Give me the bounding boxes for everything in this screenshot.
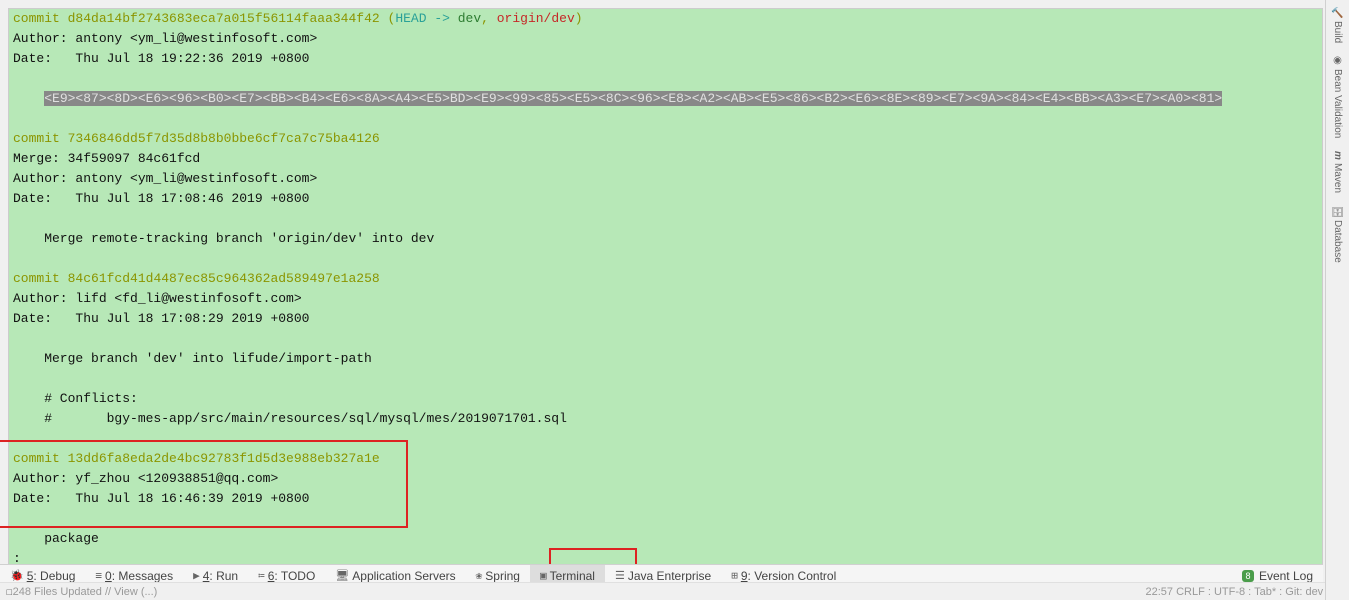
commit-line: commit 7346846dd5f7d35d8b8b0bbe6cf7ca7c7… [13,129,1322,149]
terminal-icon: ▣ [540,569,547,582]
maven-icon: m [1332,151,1343,160]
terminal-output[interactable]: commit d84da14bf2743683eca7a015f56114faa… [8,8,1323,568]
tab-build[interactable]: 🔨Build [1330,0,1345,49]
event-log-icon: 8 [1242,570,1254,582]
author-line: Author: yf_zhou <120938851@qq.com> [13,469,1322,489]
build-icon: 🔨 [1332,6,1343,18]
commit-message: # Conflicts: [13,389,1322,409]
merge-line: Merge: 34f59097 84c61fcd [13,149,1322,169]
database-icon: 🗄 [1332,205,1343,218]
vcs-icon: ⊞ [731,569,738,582]
tab-maven[interactable]: mMaven [1330,145,1345,199]
right-sidebar: 🔨Build ◉Bean Validation mMaven 🗄Database [1325,0,1349,600]
commit-line: commit 84c61fcd41d4487ec85c964362ad58949… [13,269,1322,289]
commit-message: Merge branch 'dev' into lifude/import-pa… [13,349,1322,369]
commit-message: package [13,529,1322,549]
commit-line: commit d84da14bf2743683eca7a015f56114faa… [13,9,1322,29]
play-icon: ▶ [193,569,200,582]
server-icon: 🖥 [335,569,349,582]
javaee-icon: ☰ [615,569,625,582]
author-line: Author: antony <ym_li@westinfosoft.com> [13,29,1322,49]
date-line: Date: Thu Jul 18 16:46:39 2019 +0800 [13,489,1322,509]
window-icon[interactable]: ☐ [6,585,13,598]
date-line: Date: Thu Jul 18 17:08:29 2019 +0800 [13,309,1322,329]
commit-line: commit 13dd6fa8eda2de4bc92783f1d5d3e988e… [13,449,1322,469]
tab-bean-validation[interactable]: ◉Bean Validation [1330,49,1345,144]
status-right[interactable]: 22:57 CRLF : UTF-8 : Tab* : Git: dev : [1145,586,1329,598]
status-left: 248 Files Updated // View (...) [13,586,158,598]
tab-database[interactable]: 🗄Database [1330,199,1345,270]
author-line: Author: lifd <fd_li@westinfosoft.com> [13,289,1322,309]
todo-icon: ≔ [258,569,265,582]
date-line: Date: Thu Jul 18 17:08:46 2019 +0800 [13,189,1322,209]
author-line: Author: antony <ym_li@westinfosoft.com> [13,169,1322,189]
commit-message: <E9><87><8D><E6><96><B0><E7><BB><B4><E6>… [13,89,1322,109]
list-icon: ≡ [95,569,102,582]
spring-icon: ❀ [476,569,483,582]
commit-message: Merge remote-tracking branch 'origin/dev… [13,229,1322,249]
bean-icon: ◉ [1332,55,1343,66]
date-line: Date: Thu Jul 18 19:22:36 2019 +0800 [13,49,1322,69]
status-bar: ☐ 248 Files Updated // View (...) 22:57 … [0,582,1349,600]
bug-icon: 🐞 [10,569,24,582]
commit-message: # bgy-mes-app/src/main/resources/sql/mys… [13,409,1322,429]
